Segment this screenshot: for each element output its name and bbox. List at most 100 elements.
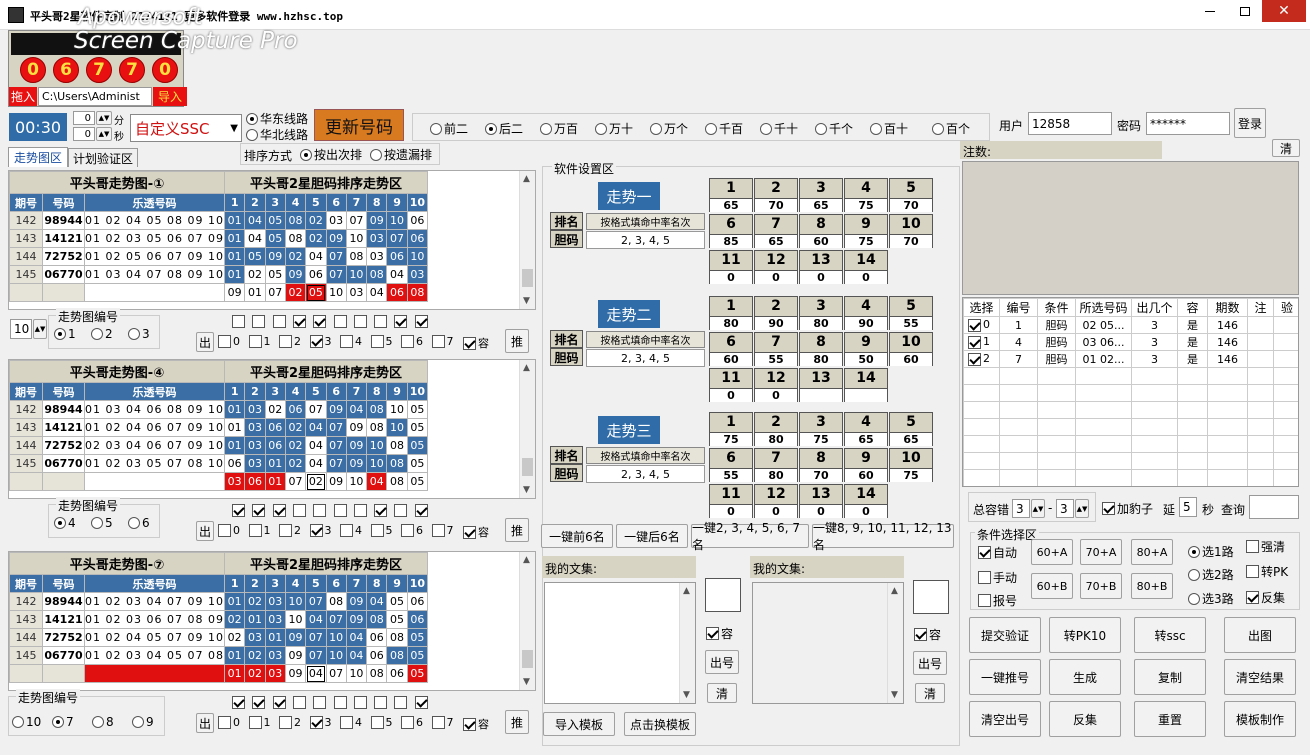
- rank-box-9[interactable]: 9 75: [844, 214, 888, 248]
- rank-box-6[interactable]: 6 55: [709, 448, 753, 482]
- rank-box-1[interactable]: 1 65: [709, 178, 753, 212]
- action-button-9[interactable]: 反集: [1049, 701, 1121, 737]
- sort-by-missing-radio[interactable]: 按遗漏排: [370, 146, 432, 163]
- chart-number-radio-7[interactable]: 7: [52, 715, 74, 729]
- rank-box-4[interactable]: 4 90: [844, 296, 888, 330]
- rank-box-5[interactable]: 5 70: [889, 178, 933, 212]
- out-check-5[interactable]: 5: [370, 524, 393, 537]
- out-check-1[interactable]: 1: [248, 524, 271, 537]
- rank-box-8[interactable]: 8 80: [799, 332, 843, 366]
- notes-clear-button[interactable]: 清: [1272, 139, 1300, 157]
- rank-box-13[interactable]: 13 0: [799, 250, 843, 284]
- switch-template-button[interactable]: 点击换模板: [624, 712, 696, 736]
- collection2-out-button[interactable]: 出号: [913, 651, 947, 675]
- report-check[interactable]: 报号: [978, 592, 1017, 609]
- rank-checkbox[interactable]: [272, 315, 286, 328]
- rank-box-4[interactable]: 4 75: [844, 178, 888, 212]
- position-radio-6[interactable]: 千十: [760, 120, 798, 137]
- password-input[interactable]: ******: [1146, 112, 1230, 135]
- out-check-4[interactable]: 4: [340, 335, 362, 348]
- tolerance-b-input[interactable]: 3: [1056, 499, 1074, 518]
- rank-checkbox[interactable]: [252, 504, 266, 517]
- position-radio-4[interactable]: 万个: [650, 120, 688, 137]
- out-check-1[interactable]: 1: [248, 716, 271, 729]
- btn-70a[interactable]: 70+A: [1080, 539, 1122, 565]
- out-check-7[interactable]: 7: [431, 524, 454, 537]
- rank-box-5[interactable]: 5 55: [889, 296, 933, 330]
- rank-checkbox[interactable]: [394, 504, 408, 517]
- rank-box-2[interactable]: 2 80: [754, 412, 798, 446]
- out-check-5[interactable]: 5: [370, 716, 393, 729]
- rank-box-2[interactable]: 2 70: [754, 178, 798, 212]
- delay-input[interactable]: 5: [1179, 497, 1197, 517]
- rank-box-6[interactable]: 6 85: [709, 214, 753, 248]
- action-button-4[interactable]: 一键推号: [969, 659, 1041, 695]
- route1-radio[interactable]: 选1路: [1188, 543, 1234, 560]
- collection1-textarea[interactable]: ▲ ▼: [544, 582, 696, 704]
- tab-trend[interactable]: 走势图区: [8, 147, 68, 167]
- dan-input[interactable]: 2, 3, 4, 5: [586, 465, 705, 483]
- leopard-check[interactable]: 加豹子: [1102, 500, 1153, 517]
- rank-checkbox[interactable]: [333, 315, 347, 328]
- chart-scrollbar[interactable]: ▲ ▼: [519, 171, 535, 309]
- action-button-2[interactable]: 转ssc: [1134, 617, 1206, 653]
- out-check-容[interactable]: 容: [463, 524, 489, 540]
- position-radio-2[interactable]: 万百: [540, 120, 578, 137]
- reverse-check[interactable]: 反集: [1246, 589, 1285, 606]
- action-button-0[interactable]: 提交验证: [969, 617, 1041, 653]
- chart-scrollbar[interactable]: ▲ ▼: [519, 552, 535, 690]
- position-radio-9[interactable]: 百个: [932, 120, 970, 137]
- out-check-2[interactable]: 2: [279, 335, 301, 348]
- chart-number-radio-8[interactable]: 8: [92, 715, 114, 729]
- out-check-4[interactable]: 4: [340, 524, 362, 537]
- sort-by-count-radio[interactable]: 按出次排: [300, 146, 362, 163]
- rank-box-3[interactable]: 3 75: [799, 412, 843, 446]
- action-button-6[interactable]: 复制: [1134, 659, 1206, 695]
- rank-checkbox[interactable]: [353, 315, 367, 328]
- rank-box-12[interactable]: 12 0: [754, 250, 798, 284]
- rank-checkbox[interactable]: [333, 696, 347, 709]
- out-check-6[interactable]: 6: [401, 716, 423, 729]
- out-check-6[interactable]: 6: [401, 335, 423, 348]
- minute-input[interactable]: 0: [73, 111, 95, 125]
- minute-spinner[interactable]: ▲▼: [96, 111, 112, 125]
- path-input[interactable]: C:\Users\Administ: [38, 87, 152, 106]
- manual-check[interactable]: 手动: [978, 569, 1017, 586]
- close-button[interactable]: ✕: [1262, 0, 1306, 22]
- rank-box-9[interactable]: 9 60: [844, 448, 888, 482]
- tolerance-a-spinner[interactable]: ▲▼: [1031, 499, 1045, 518]
- action-button-7[interactable]: 清空结果: [1224, 659, 1296, 695]
- out-check-1[interactable]: 1: [248, 335, 271, 348]
- rank-box-3[interactable]: 3 65: [799, 178, 843, 212]
- rank-checkbox[interactable]: [394, 315, 408, 328]
- rank-checkbox[interactable]: [394, 696, 408, 709]
- route2-radio[interactable]: 选2路: [1188, 566, 1234, 583]
- grid-select-cell[interactable]: 0: [963, 316, 1000, 334]
- out-check-4[interactable]: 4: [340, 716, 362, 729]
- rank-box-1[interactable]: 1 75: [709, 412, 753, 446]
- rank-checkbox[interactable]: [272, 504, 286, 517]
- rank-box-13[interactable]: 13 0: [799, 484, 843, 518]
- rank-box-11[interactable]: 11 0: [709, 484, 753, 518]
- grid-select-cell[interactable]: 2: [963, 350, 1000, 368]
- position-radio-0[interactable]: 前二: [430, 120, 468, 137]
- out-check-3[interactable]: 3: [309, 524, 332, 537]
- update-numbers-button[interactable]: 更新号码: [314, 109, 404, 141]
- notes-area[interactable]: [962, 161, 1299, 295]
- out-check-6[interactable]: 6: [401, 524, 423, 537]
- import-template-button[interactable]: 导入模板: [543, 712, 615, 736]
- out-button[interactable]: 出: [196, 713, 214, 733]
- tolerance-b-spinner[interactable]: ▲▼: [1075, 499, 1089, 518]
- rank-checkbox[interactable]: [232, 504, 245, 517]
- rank-checkbox[interactable]: [292, 315, 306, 328]
- grid-select-cell[interactable]: 1: [963, 333, 1000, 351]
- rank-box-13[interactable]: 13: [799, 368, 843, 402]
- rank-box-7[interactable]: 7 80: [754, 448, 798, 482]
- out-button[interactable]: 出: [196, 521, 214, 541]
- query-input[interactable]: [1249, 495, 1299, 519]
- collection2-textarea[interactable]: ▲ ▼: [752, 582, 904, 704]
- out-check-5[interactable]: 5: [370, 335, 393, 348]
- out-check-2[interactable]: 2: [279, 524, 301, 537]
- rank-box-14[interactable]: 14: [844, 368, 888, 402]
- login-button[interactable]: 登录: [1234, 108, 1266, 138]
